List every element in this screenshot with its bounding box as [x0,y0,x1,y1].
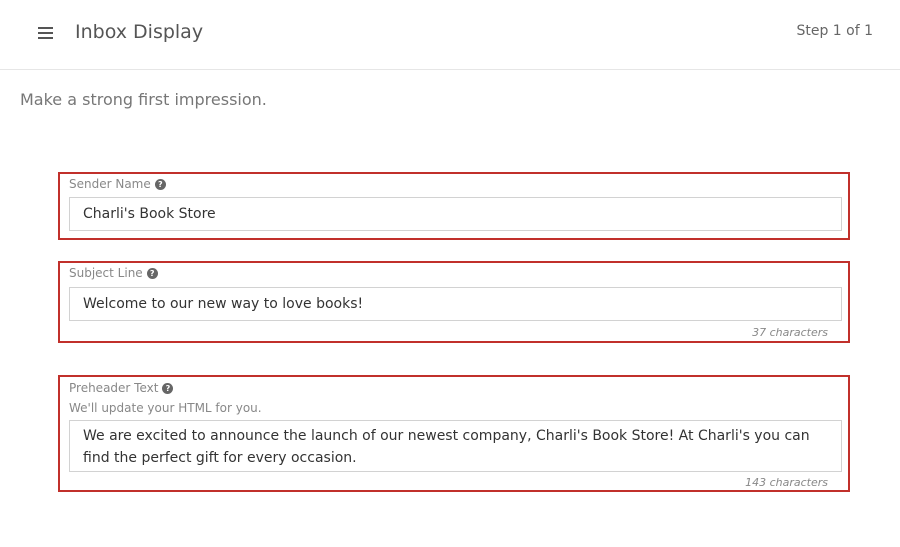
sender-name-label-text: Sender Name [69,177,151,191]
preheader-character-count: 143 characters [745,476,828,489]
subject-line-label: Subject Line ? [69,266,158,280]
sender-name-input[interactable]: Charli's Book Store [69,197,842,231]
sender-name-label: Sender Name ? [69,177,166,191]
page-title: Inbox Display [75,21,204,43]
sender-name-group: Sender Name ? Charli's Book Store [58,172,850,240]
preheader-hint: We'll update your HTML for you. [69,401,262,415]
preheader-text-group: Preheader Text ? We'll update your HTML … [58,375,850,492]
preheader-text-input[interactable]: We are excited to announce the launch of… [69,420,842,472]
preheader-text-label: Preheader Text ? [69,381,174,395]
app-header: Inbox Display Step 1 of 1 [0,0,900,70]
preheader-text-label-text: Preheader Text [69,381,159,395]
help-icon[interactable]: ? [146,267,158,279]
hamburger-menu-icon[interactable] [38,27,53,39]
subject-character-count: 37 characters [752,326,828,339]
subject-line-input[interactable]: Welcome to our new way to love books! [69,287,842,321]
help-icon[interactable]: ? [154,178,166,190]
help-icon[interactable]: ? [162,382,174,394]
subject-line-group: Subject Line ? Welcome to our new way to… [58,261,850,343]
intro-text: Make a strong first impression. [20,90,267,109]
step-indicator: Step 1 of 1 [796,23,873,39]
subject-line-label-text: Subject Line [69,266,143,280]
